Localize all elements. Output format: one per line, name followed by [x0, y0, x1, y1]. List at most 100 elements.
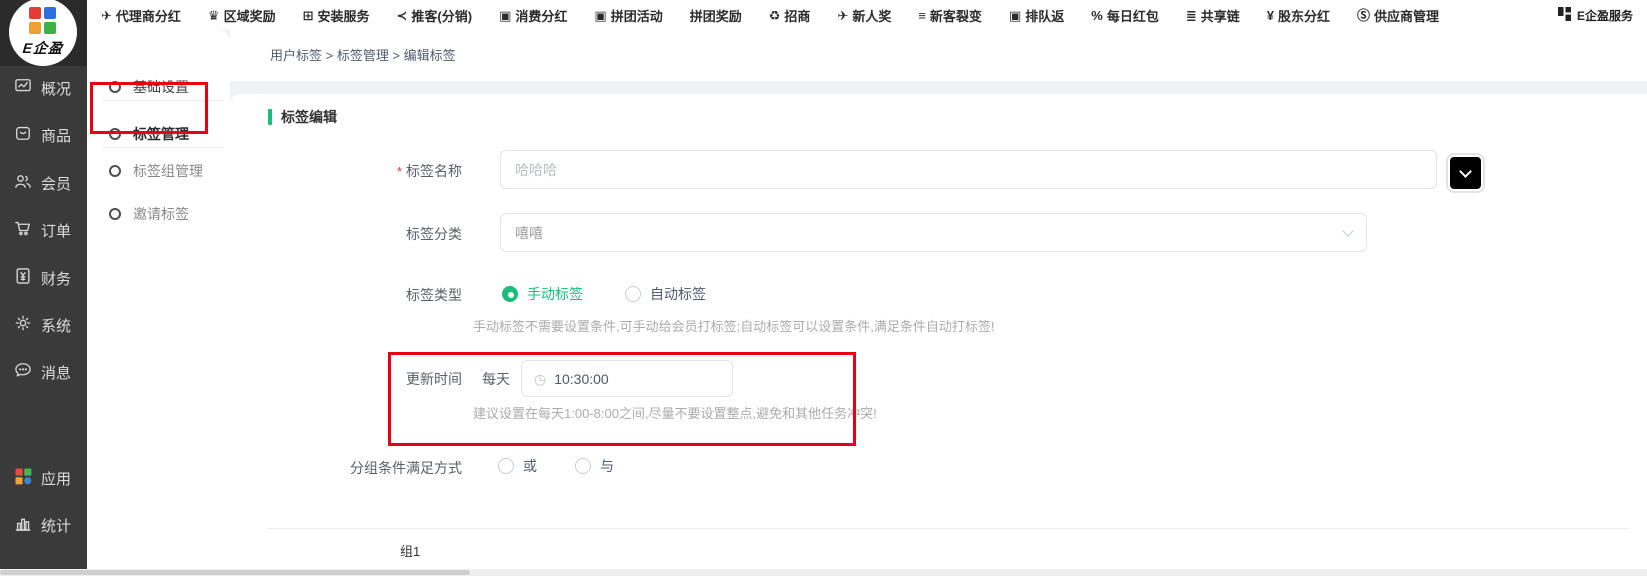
topmenu-item-group-reward[interactable]: 拼团奖励: [690, 6, 742, 25]
topmenu-item-new-customer[interactable]: ≡新客裂变: [918, 6, 982, 25]
top-menu-bar: ✈代理商分红 ♛区域奖励 ⊞安装服务 ≺推客(分销) ▣消费分红 ▣拼团活动 拼…: [87, 0, 1647, 30]
topmenu-item-agent-dividend[interactable]: ✈代理商分红: [101, 6, 181, 25]
lines-icon: ≡: [918, 9, 926, 22]
group-1-title: 组1: [400, 541, 420, 560]
image-icon: ▣: [499, 9, 511, 22]
accent-bar: [268, 109, 272, 125]
circle-icon: [109, 208, 121, 220]
radio-and[interactable]: [575, 458, 591, 474]
image-icon: ▣: [1009, 9, 1021, 22]
yen-icon: ¥: [1267, 9, 1274, 22]
sidebar-item-orders[interactable]: 订单: [13, 218, 71, 242]
update-time-help-text: 建议设置在每天1:00-8:00之间,尽量不要设置整点,避免和其他任务冲突!: [473, 403, 877, 422]
divider: [103, 100, 222, 101]
tag-type-radio-group: 手动标签 自动标签: [502, 284, 706, 304]
sidebar-item-members[interactable]: 会员: [13, 171, 71, 195]
topmenu-item-shareholder-dividend[interactable]: ¥股东分红: [1267, 6, 1330, 25]
chevron-down-icon: [1342, 225, 1353, 236]
finance-icon: [13, 266, 33, 290]
group-condition-label: 分组条件满足方式: [230, 458, 462, 478]
list-icon: ≣: [1186, 9, 1197, 22]
main-area: 用户标签 > 标签管理 > 编辑标签 标签编辑 *标签名称 标签分类 嘻嘻 标签…: [230, 30, 1647, 576]
brand-logo-text: E企盈: [9, 38, 77, 58]
radio-or[interactable]: [498, 458, 514, 474]
topmenu-item-share-chain[interactable]: ≣共享链: [1186, 6, 1240, 25]
submenu-item-tag-management[interactable]: 标签管理: [109, 124, 189, 144]
circle-icon: [109, 81, 121, 93]
link-icon: %: [1091, 9, 1103, 22]
update-time-value: 10:30:00: [554, 371, 609, 387]
secondary-sidebar: 基础设置 标签管理 标签组管理 邀请标签: [87, 30, 230, 576]
radio-and-label[interactable]: 与: [600, 456, 614, 476]
divider: [103, 147, 222, 148]
radio-or-label[interactable]: 或: [523, 456, 537, 476]
brand-logo[interactable]: E企盈: [9, 0, 77, 66]
breadcrumb-bar: 用户标签 > 标签管理 > 编辑标签: [230, 30, 1647, 81]
section-title-text: 标签编辑: [281, 107, 337, 127]
tag-edit-panel: 标签编辑 *标签名称 标签分类 嘻嘻 标签类型 手动标签 自动标签 手动标签不需…: [230, 94, 1647, 576]
trophy-icon: ♛: [208, 9, 220, 22]
topmenu-item-supplier-management[interactable]: Ⓢ供应商管理: [1357, 6, 1439, 25]
message-icon: [13, 360, 33, 384]
tag-name-dropdown-button[interactable]: [1450, 157, 1481, 189]
topmenu-item-queue-return[interactable]: ▣排队返: [1009, 6, 1064, 25]
topmenu-item-group-activity[interactable]: ▣拼团活动: [594, 6, 662, 25]
radio-manual-tag-label[interactable]: 手动标签: [527, 284, 583, 304]
topmenu-item-region-reward[interactable]: ♛区域奖励: [208, 6, 276, 25]
radio-manual-tag[interactable]: [502, 286, 518, 302]
radio-auto-tag-label[interactable]: 自动标签: [650, 284, 706, 304]
topmenu-item-investment[interactable]: ♻招商: [769, 6, 811, 25]
update-time-input[interactable]: ◷ 10:30:00: [521, 360, 733, 397]
sidebar-item-system[interactable]: 系统: [13, 313, 71, 337]
agent-plane-icon: ✈: [837, 9, 848, 22]
submenu-item-tag-group-management[interactable]: 标签组管理: [109, 161, 203, 181]
brand-logo-icon: [29, 7, 57, 35]
topmenu-item-newbie-award[interactable]: ✈新人奖: [837, 6, 891, 25]
sidebar-item-stats[interactable]: 统计: [13, 513, 71, 537]
orders-icon: [13, 218, 33, 242]
sidebar-item-overview[interactable]: 概况: [13, 76, 71, 100]
clock-icon: ◷: [534, 372, 546, 386]
sidebar-item-finance[interactable]: 财务: [13, 266, 71, 290]
agent-plane-icon: ✈: [101, 9, 112, 22]
primary-sidebar: E企盈 概况 商品 会员 订单 财务 系统 消息 应用 统计: [0, 0, 87, 570]
topmenu-item-daily-redpacket[interactable]: %每日红包: [1091, 6, 1159, 25]
image-icon: ▣: [594, 9, 606, 22]
group-condition-radio-group: 或 与: [498, 456, 614, 476]
breadcrumb[interactable]: 用户标签 > 标签管理 > 编辑标签: [270, 30, 456, 81]
sidebar-item-apps[interactable]: 应用: [13, 466, 71, 490]
topmenu-item-distribution[interactable]: ≺推客(分销): [397, 6, 473, 25]
update-time-prefix: 每天: [482, 369, 510, 389]
scrollbar-thumb[interactable]: [0, 570, 470, 575]
section-title: 标签编辑: [268, 107, 337, 127]
topmenu-item-eqy-service[interactable]: E企盈服务: [1558, 7, 1633, 24]
system-icon: [13, 313, 33, 337]
grid-icon: ⊞: [303, 9, 314, 22]
circle-icon: [109, 128, 121, 140]
tag-category-label: 标签分类: [230, 224, 462, 244]
share-icon: ≺: [397, 9, 408, 22]
horizontal-scrollbar[interactable]: [0, 569, 1647, 576]
recycle-icon: ♻: [769, 9, 781, 22]
members-icon: [13, 171, 33, 195]
sidebar-item-messages[interactable]: 消息: [13, 360, 71, 384]
supplier-icon: Ⓢ: [1357, 9, 1370, 22]
required-mark: *: [397, 164, 402, 179]
tag-category-select[interactable]: 嘻嘻: [500, 213, 1367, 252]
tag-name-input[interactable]: [500, 150, 1437, 189]
tag-type-help-text: 手动标签不需要设置条件,可手动给会员打标签;自动标签可以设置条件,满足条件自动打…: [473, 316, 994, 335]
update-time-label: 更新时间: [230, 369, 462, 389]
tag-name-label: *标签名称: [230, 161, 462, 181]
radio-auto-tag[interactable]: [625, 286, 641, 302]
submenu-item-invite-tag[interactable]: 邀请标签: [109, 204, 189, 224]
submenu-item-basic-settings[interactable]: 基础设置: [109, 77, 189, 97]
overview-icon: [13, 76, 33, 100]
tag-type-label: 标签类型: [230, 285, 462, 305]
blocks-icon: [1558, 7, 1572, 24]
topmenu-item-install-service[interactable]: ⊞安装服务: [303, 6, 370, 25]
topmenu-item-consume-dividend[interactable]: ▣消费分红: [499, 6, 567, 25]
sidebar-item-goods[interactable]: 商品: [13, 123, 71, 147]
apps-icon: [13, 466, 33, 490]
goods-icon: [13, 123, 33, 147]
stats-icon: [13, 513, 33, 537]
